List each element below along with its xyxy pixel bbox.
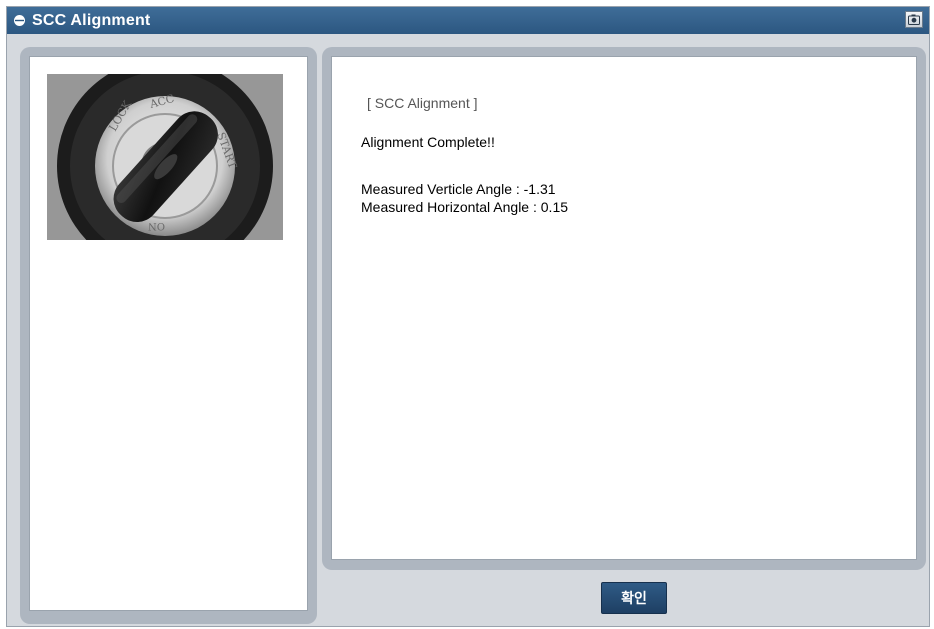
- status-text: Alignment Complete!!: [361, 134, 495, 150]
- image-panel: LOCK ACC START ON: [20, 47, 317, 624]
- image-panel-inner: LOCK ACC START ON: [29, 56, 308, 611]
- confirm-button[interactable]: 확인: [601, 582, 667, 614]
- window-title: SCC Alignment: [32, 11, 151, 29]
- ignition-key-image: LOCK ACC START ON: [47, 74, 283, 240]
- vertical-angle-text: Measured Verticle Angle : -1.31: [361, 181, 556, 197]
- message-panel: [ SCC Alignment ] Alignment Complete!! M…: [322, 47, 926, 570]
- window-icon: [13, 14, 26, 27]
- message-header: [ SCC Alignment ]: [367, 95, 478, 111]
- titlebar: SCC Alignment: [7, 7, 929, 34]
- dialog-window: SCC Alignment LOCK ACC START ON [SCC Al…: [6, 6, 930, 627]
- horizontal-angle-text: Measured Horizontal Angle : 0.15: [361, 199, 569, 215]
- message-panel-inner: [ SCC Alignment ] Alignment Complete!! M…: [331, 56, 917, 560]
- svg-text:ON: ON: [148, 220, 165, 231]
- camera-icon[interactable]: [905, 11, 923, 28]
